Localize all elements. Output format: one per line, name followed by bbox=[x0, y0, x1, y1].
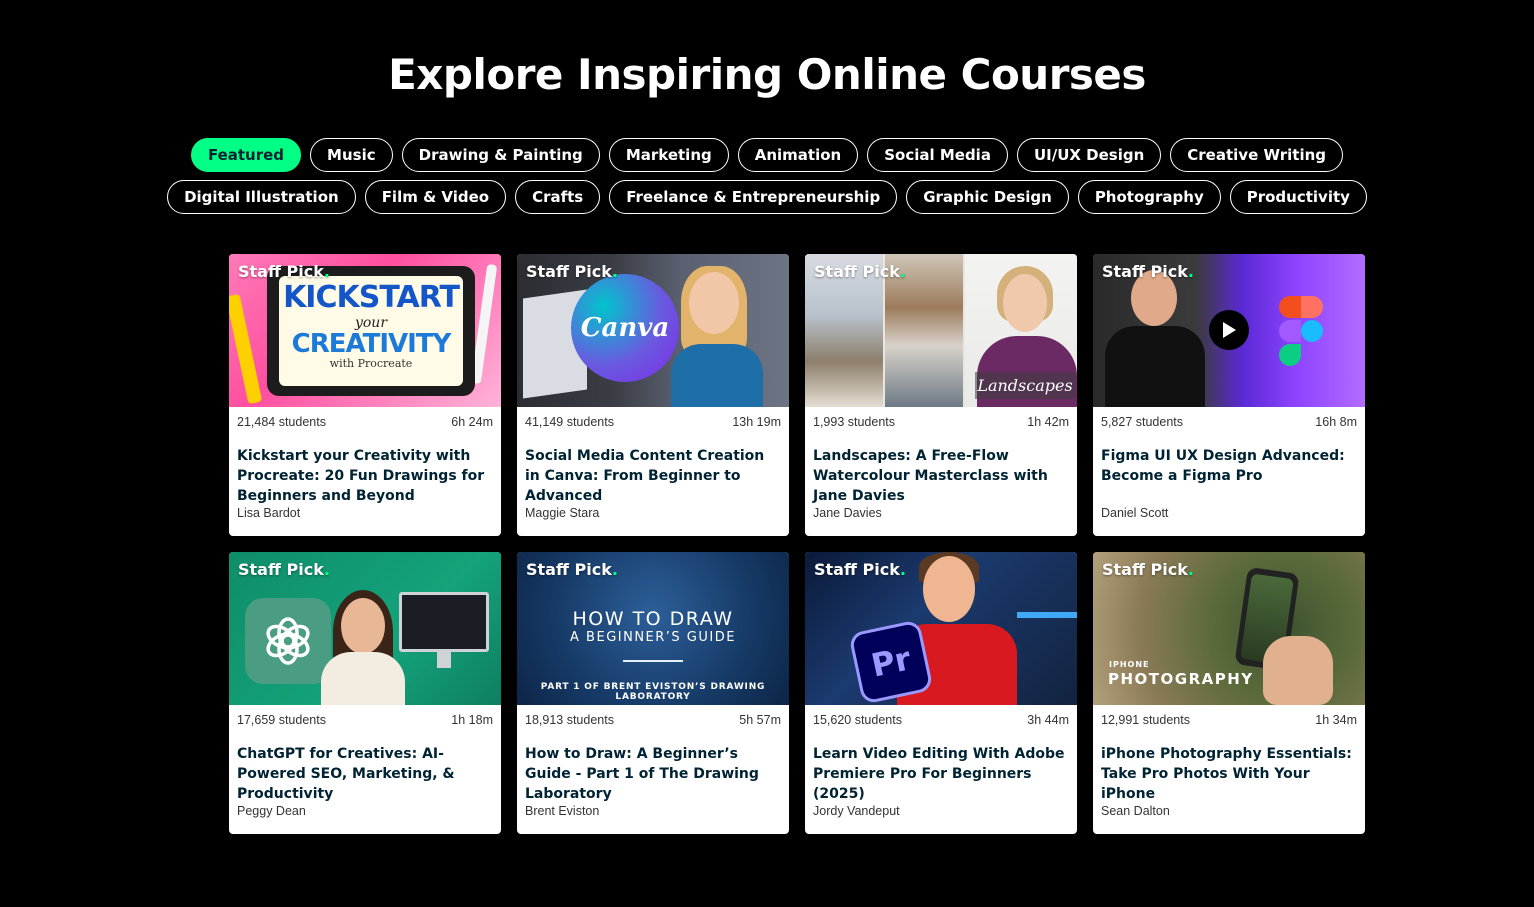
teacher-name[interactable]: Daniel Scott bbox=[1093, 506, 1365, 520]
student-count: 15,620 students bbox=[813, 713, 902, 727]
teacher-name[interactable]: Maggie Stara bbox=[517, 506, 789, 520]
staff-pick-badge: Staff Pick. bbox=[814, 560, 906, 579]
figma-logo-icon bbox=[1279, 296, 1323, 368]
staff-pick-badge: Staff Pick. bbox=[1102, 262, 1194, 281]
premiere-pro-logo-icon: Pr bbox=[848, 619, 934, 705]
course-thumbnail: IPHONE PHOTOGRAPHY Staff Pick. bbox=[1093, 552, 1365, 705]
teacher-name[interactable]: Sean Dalton bbox=[1093, 804, 1365, 818]
course-card[interactable]: Staff Pick. 17,659 students 1h 18m ChatG… bbox=[229, 552, 501, 834]
teacher-name[interactable]: Brent Eviston bbox=[517, 804, 789, 818]
course-duration: 5h 57m bbox=[739, 713, 781, 727]
tab-film-video[interactable]: Film & Video bbox=[364, 180, 507, 214]
course-title[interactable]: Learn Video Editing With Adobe Premiere … bbox=[805, 727, 1077, 804]
course-thumbnail: Canva Staff Pick. bbox=[517, 254, 789, 407]
tablet-screen: KICKSTART your CREATIVITY with Procreate bbox=[279, 276, 463, 386]
course-duration: 13h 19m bbox=[732, 415, 781, 429]
tab-music[interactable]: Music bbox=[310, 138, 393, 172]
instructor-photo bbox=[1105, 266, 1205, 407]
student-count: 1,993 students bbox=[813, 415, 896, 429]
tab-animation[interactable]: Animation bbox=[737, 138, 859, 172]
student-count: 5,827 students bbox=[1101, 415, 1184, 429]
thumb-text: IPHONE bbox=[1109, 660, 1150, 669]
course-title[interactable]: Social Media Content Creation in Canva: … bbox=[517, 429, 789, 506]
course-card[interactable]: IPHONE PHOTOGRAPHY Staff Pick. 12,991 st… bbox=[1093, 552, 1365, 834]
course-thumbnail: Pr Staff Pick. bbox=[805, 552, 1077, 705]
course-card[interactable]: KICKSTART your CREATIVITY with Procreate… bbox=[229, 254, 501, 536]
instructor-photo bbox=[1003, 274, 1047, 332]
course-title[interactable]: How to Draw: A Beginner’s Guide - Part 1… bbox=[517, 727, 789, 804]
pencil-decoration bbox=[623, 660, 683, 662]
staff-pick-badge: Staff Pick. bbox=[526, 262, 618, 281]
staff-pick-badge: Staff Pick. bbox=[238, 560, 330, 579]
course-title[interactable]: iPhone Photography Essentials: Take Pro … bbox=[1093, 727, 1365, 804]
staff-pick-badge: Staff Pick. bbox=[1102, 560, 1194, 579]
instructor-photo bbox=[341, 598, 385, 654]
tab-drawing-painting[interactable]: Drawing & Painting bbox=[401, 138, 600, 172]
page-title: Explore Inspiring Online Courses bbox=[388, 50, 1146, 99]
course-duration: 1h 42m bbox=[1027, 415, 1069, 429]
thumb-text: HOW TO DRAW bbox=[572, 608, 734, 630]
course-card[interactable]: HOW TO DRAW A BEGINNER’S GUIDE PART 1 OF… bbox=[517, 552, 789, 834]
thumb-text: PHOTOGRAPHY bbox=[1108, 670, 1254, 688]
student-count: 21,484 students bbox=[237, 415, 326, 429]
course-thumbnail: Staff Pick. bbox=[1093, 254, 1365, 407]
staff-pick-badge: Staff Pick. bbox=[238, 262, 330, 281]
course-thumbnail: Landscapes Staff Pick. bbox=[805, 254, 1077, 407]
student-count: 41,149 students bbox=[525, 415, 614, 429]
course-card[interactable]: Staff Pick. 5,827 students 16h 8m Figma … bbox=[1093, 254, 1365, 536]
monitor-graphic bbox=[399, 592, 489, 652]
teacher-name[interactable]: Peggy Dean bbox=[229, 804, 501, 818]
tab-photography[interactable]: Photography bbox=[1077, 180, 1221, 214]
canva-logo: Canva bbox=[571, 274, 679, 382]
tab-crafts[interactable]: Crafts bbox=[515, 180, 601, 214]
staff-pick-badge: Staff Pick. bbox=[814, 262, 906, 281]
student-count: 18,913 students bbox=[525, 713, 614, 727]
teacher-name[interactable]: Jane Davies bbox=[805, 506, 1077, 520]
tab-freelance-entrepreneurship[interactable]: Freelance & Entrepreneurship bbox=[609, 180, 898, 214]
tab-graphic-design[interactable]: Graphic Design bbox=[906, 180, 1069, 214]
staff-pick-badge: Staff Pick. bbox=[526, 560, 618, 579]
course-title[interactable]: ChatGPT for Creatives: AI-Powered SEO, M… bbox=[229, 727, 501, 804]
course-thumbnail: HOW TO DRAW A BEGINNER’S GUIDE PART 1 OF… bbox=[517, 552, 789, 705]
teacher-name[interactable]: Lisa Bardot bbox=[229, 506, 501, 520]
course-duration: 3h 44m bbox=[1027, 713, 1069, 727]
thumb-text: PART 1 OF BRENT EVISTON’S DRAWING LABORA… bbox=[540, 682, 766, 702]
course-title[interactable]: Landscapes: A Free-Flow Watercolour Mast… bbox=[805, 429, 1077, 506]
course-card[interactable]: Canva Staff Pick. 41,149 students 13h 19… bbox=[517, 254, 789, 536]
course-duration: 1h 18m bbox=[451, 713, 493, 727]
course-thumbnail: KICKSTART your CREATIVITY with Procreate… bbox=[229, 254, 501, 407]
course-duration: 6h 24m bbox=[451, 415, 493, 429]
course-thumbnail: Staff Pick. bbox=[229, 552, 501, 705]
tab-marketing[interactable]: Marketing bbox=[608, 138, 729, 172]
course-grid: KICKSTART your CREATIVITY with Procreate… bbox=[229, 254, 1365, 834]
tab-digital-illustration[interactable]: Digital Illustration bbox=[167, 180, 356, 214]
category-tabs-row-1: Featured Music Drawing & Painting Market… bbox=[0, 138, 1534, 172]
teacher-name[interactable]: Jordy Vandeput bbox=[805, 804, 1077, 818]
tab-creative-writing[interactable]: Creative Writing bbox=[1170, 138, 1344, 172]
tab-productivity[interactable]: Productivity bbox=[1229, 180, 1367, 214]
thumb-text: KICKSTART bbox=[283, 280, 460, 315]
category-tabs-row-2: Digital Illustration Film & Video Crafts… bbox=[0, 180, 1534, 214]
course-card[interactable]: Landscapes Staff Pick. 1,993 students 1h… bbox=[805, 254, 1077, 536]
thumb-text: CREATIVITY bbox=[291, 329, 452, 359]
tab-featured[interactable]: Featured bbox=[190, 138, 302, 172]
course-card[interactable]: Pr Staff Pick. 15,620 students 3h 44m Le… bbox=[805, 552, 1077, 834]
student-count: 17,659 students bbox=[237, 713, 326, 727]
thumb-text: Landscapes bbox=[975, 372, 1075, 399]
course-title[interactable]: Kickstart your Creativity with Procreate… bbox=[229, 429, 501, 506]
instructor-photo bbox=[667, 264, 763, 407]
tab-social-media[interactable]: Social Media bbox=[867, 138, 1008, 172]
thumb-text: A BEGINNER’S GUIDE bbox=[570, 630, 736, 645]
pencil-decoration bbox=[229, 293, 263, 405]
course-duration: 1h 34m bbox=[1315, 713, 1357, 727]
student-count: 12,991 students bbox=[1101, 713, 1190, 727]
instructor-photo bbox=[923, 556, 975, 622]
chatgpt-logo-icon bbox=[245, 598, 331, 684]
course-duration: 16h 8m bbox=[1315, 415, 1357, 429]
play-icon[interactable] bbox=[1209, 310, 1249, 350]
course-title[interactable]: Figma UI UX Design Advanced: Become a Fi… bbox=[1093, 429, 1365, 506]
tab-ui-ux-design[interactable]: UI/UX Design bbox=[1016, 138, 1162, 172]
